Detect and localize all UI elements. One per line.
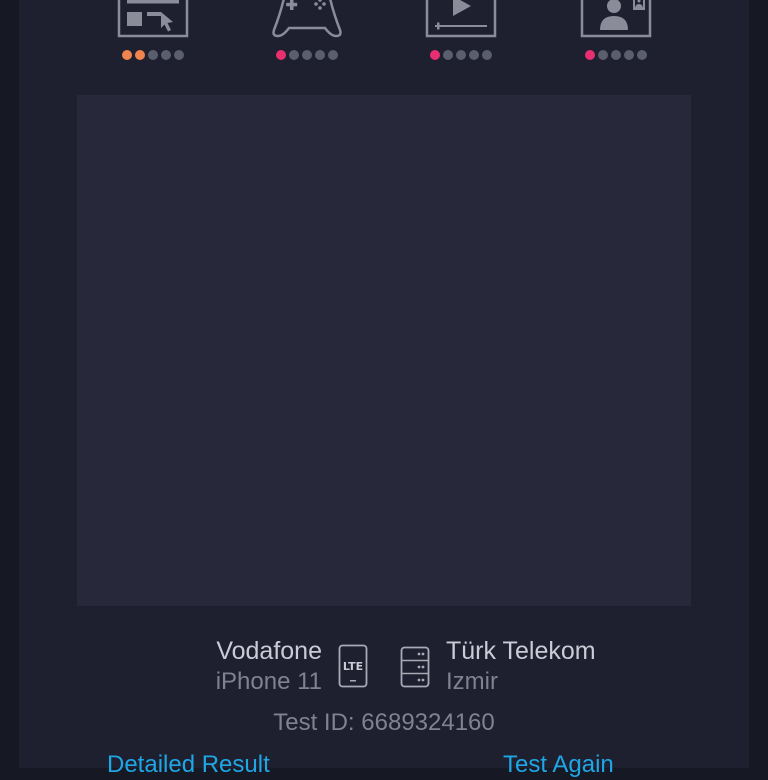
rating-dot-empty (482, 50, 492, 60)
server-location: Izmir (446, 668, 498, 695)
server-icon (400, 646, 430, 688)
rating-dot-empty (174, 50, 184, 60)
carrier-name: Vodafone (216, 637, 322, 665)
rating-dots (416, 50, 506, 60)
rating-dots (262, 50, 352, 60)
rating-dot-empty (637, 50, 647, 60)
rating-dot-empty (624, 50, 634, 60)
test-id: Test ID: 6689324160 (273, 709, 495, 736)
rating-dot-empty (289, 50, 299, 60)
rating-dot-empty (328, 50, 338, 60)
lte-phone-icon: LTE (338, 644, 368, 688)
rating-dot-empty (161, 50, 171, 60)
rating-video-call (571, 0, 661, 66)
server-info: Türk Telekom Izmir (446, 636, 596, 697)
rating-dot-empty (148, 50, 158, 60)
rating-dots (571, 50, 661, 60)
rating-dot-filled (585, 50, 595, 60)
rating-dot-empty (598, 50, 608, 60)
rating-dot-empty (443, 50, 453, 60)
rating-dot-filled (122, 50, 132, 60)
rating-dot-filled (276, 50, 286, 60)
rating-dot-empty (611, 50, 621, 60)
rating-dot-empty (302, 50, 312, 60)
rating-dot-filled (135, 50, 145, 60)
rating-gaming (262, 0, 352, 66)
detailed-result-link[interactable]: Detailed Result (107, 750, 270, 780)
gamepad-icon (272, 0, 342, 38)
rating-dot-filled (430, 50, 440, 60)
ad-placeholder (77, 95, 691, 606)
device-info: Vodafone iPhone 11 (216, 636, 322, 697)
rating-dots (108, 50, 198, 60)
web-browsing-icon (117, 0, 189, 38)
rating-dot-empty (469, 50, 479, 60)
test-again-link[interactable]: Test Again (503, 750, 614, 780)
rating-dot-empty (315, 50, 325, 60)
device-model: iPhone 11 (215, 668, 322, 695)
network-badge: LTE (343, 660, 363, 673)
server-provider: Türk Telekom (446, 637, 596, 665)
rating-dot-empty (456, 50, 466, 60)
rating-video (416, 0, 506, 66)
video-play-icon (425, 0, 497, 38)
rating-web-browsing (108, 0, 198, 66)
video-call-icon (580, 0, 652, 38)
